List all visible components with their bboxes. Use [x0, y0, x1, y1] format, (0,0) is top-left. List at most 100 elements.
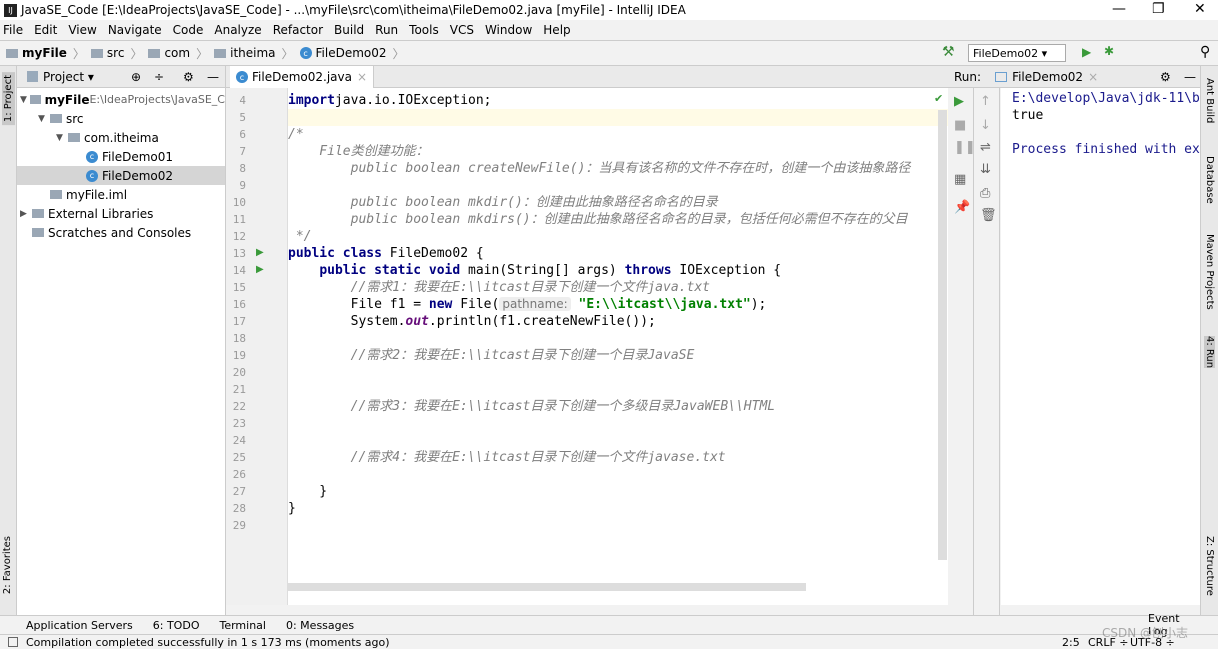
- tree-item[interactable]: ▶ External Libraries: [17, 204, 225, 223]
- search-icon[interactable]: ⚲: [1200, 44, 1210, 60]
- code-token: File类创建功能：: [288, 144, 429, 159]
- tree-label: FileDemo01: [102, 149, 174, 164]
- tab-filedemo02[interactable]: c FileDemo02.java ×: [230, 66, 375, 88]
- run-gutter-icon[interactable]: ▶: [256, 264, 264, 275]
- run-tab[interactable]: FileDemo02: [1012, 70, 1083, 84]
- pause-icon[interactable]: ❚❚: [954, 140, 976, 155]
- tab-ant-build[interactable]: Ant Build: [1204, 78, 1215, 123]
- tree-item[interactable]: ▼ com.itheima: [17, 128, 225, 147]
- tab-favorites[interactable]: 2: Favorites: [2, 536, 13, 594]
- pin-icon[interactable]: 📌: [954, 200, 970, 215]
- line-number: 19: [232, 349, 246, 362]
- code-line: importjava.io.IOException;: [288, 92, 492, 109]
- tab-application-servers[interactable]: Application Servers: [26, 619, 133, 632]
- tree-label: com.itheima: [84, 130, 159, 145]
- code-token: File f1 =: [288, 297, 429, 312]
- status-toggle-icon[interactable]: [8, 637, 18, 647]
- editor-vertical-scrollbar[interactable]: [938, 110, 947, 560]
- menu-edit[interactable]: Edit: [34, 23, 57, 37]
- tree-label: myFile: [44, 92, 90, 107]
- expand-arrow-icon[interactable]: ▼: [38, 114, 50, 124]
- tree-item[interactable]: Scratches and Consoles: [17, 223, 225, 242]
- caret-position[interactable]: 2:5: [1062, 636, 1080, 649]
- close-button[interactable]: ✕: [1194, 1, 1206, 17]
- minimize-button[interactable]: —: [1112, 1, 1126, 17]
- menu-file[interactable]: File: [3, 23, 23, 37]
- breadcrumb-item[interactable]: src: [90, 46, 124, 60]
- code-editor[interactable]: importjava.io.IOException;/* File类创建功能： …: [288, 88, 948, 605]
- editor-horizontal-scrollbar[interactable]: [288, 583, 806, 591]
- rerun-icon[interactable]: ▶: [954, 94, 964, 109]
- gear-icon[interactable]: ⚙: [183, 70, 194, 84]
- collapse-icon[interactable]: ÷: [154, 70, 164, 84]
- line-number: 16: [232, 298, 246, 311]
- tab-todo[interactable]: 6: TODO: [153, 619, 200, 632]
- scroll-to-end-icon[interactable]: ⇊: [980, 162, 991, 177]
- menu-analyze[interactable]: Analyze: [214, 23, 261, 37]
- locate-icon[interactable]: ⊕: [131, 70, 141, 84]
- tab-run[interactable]: 4: Run: [1204, 336, 1215, 369]
- menu-tools[interactable]: Tools: [409, 23, 439, 37]
- menu-view[interactable]: View: [68, 23, 96, 37]
- code-token: import: [288, 93, 335, 108]
- tab-database[interactable]: Database: [1204, 156, 1215, 204]
- line-number: 9: [239, 179, 246, 192]
- close-run-tab-icon[interactable]: ×: [1088, 70, 1098, 84]
- tree-label: src: [66, 111, 84, 126]
- expand-arrow-icon[interactable]: ▼: [20, 95, 30, 105]
- project-view-select[interactable]: Project ▾: [43, 70, 94, 84]
- menu-build[interactable]: Build: [334, 23, 364, 37]
- tree-label: FileDemo02: [102, 168, 174, 183]
- tab-maven[interactable]: Maven Projects: [1204, 234, 1215, 310]
- menu-help[interactable]: Help: [543, 23, 570, 37]
- trash-icon[interactable]: 🗑: [980, 208, 997, 223]
- menu-vcs[interactable]: VCS: [450, 23, 474, 37]
- debug-icon[interactable]: ✱: [1104, 44, 1114, 58]
- soft-wrap-icon[interactable]: ⇌: [980, 140, 991, 155]
- tree-label: myFile.iml: [66, 187, 128, 202]
- breadcrumb-separator: 〉: [130, 46, 143, 61]
- class-icon: c: [236, 71, 248, 83]
- expand-arrow-icon[interactable]: ▶: [20, 209, 32, 219]
- code-token: public class: [288, 246, 390, 261]
- run-hide-icon[interactable]: —: [1184, 70, 1196, 84]
- tab-project[interactable]: 1: Project: [2, 72, 15, 126]
- line-number: 6: [239, 128, 246, 141]
- down-arrow-icon[interactable]: ↓: [980, 118, 991, 133]
- close-tab-icon[interactable]: ×: [357, 70, 367, 84]
- print-icon[interactable]: ⎙: [980, 186, 990, 201]
- run-gutter-icon[interactable]: ▶: [256, 247, 264, 258]
- menu-run[interactable]: Run: [375, 23, 398, 37]
- restore-button[interactable]: ❐: [1152, 1, 1165, 17]
- line-number: 11: [232, 213, 246, 226]
- stop-icon[interactable]: ■: [954, 118, 966, 133]
- run-config-select[interactable]: FileDemo02 ▾: [968, 44, 1066, 62]
- tab-structure[interactable]: Z: Structure: [1204, 536, 1215, 596]
- breadcrumb-item[interactable]: itheima: [214, 46, 276, 60]
- parameter-hint: pathname:: [499, 297, 571, 311]
- tree-item[interactable]: c FileDemo01: [17, 147, 225, 166]
- breadcrumb-item[interactable]: com: [148, 46, 190, 60]
- tree-item[interactable]: c FileDemo02: [17, 166, 225, 185]
- run-label: Run:: [954, 69, 982, 84]
- console-output[interactable]: E:\develop\Java\jdk-11\b true Process fini…: [1001, 88, 1200, 605]
- menu-navigate[interactable]: Navigate: [108, 23, 162, 37]
- breadcrumb-item[interactable]: myFile: [6, 46, 67, 60]
- menu-window[interactable]: Window: [485, 23, 532, 37]
- up-arrow-icon[interactable]: ↑: [980, 94, 991, 109]
- tree-item[interactable]: ▼ src: [17, 109, 225, 128]
- menu-refactor[interactable]: Refactor: [273, 23, 323, 37]
- run-gear-icon[interactable]: ⚙: [1160, 70, 1171, 84]
- expand-arrow-icon[interactable]: ▼: [56, 133, 68, 143]
- tree-item[interactable]: myFile.iml: [17, 185, 225, 204]
- tab-messages[interactable]: 0: Messages: [286, 619, 354, 632]
- menu-code[interactable]: Code: [173, 23, 204, 37]
- hide-icon[interactable]: —: [207, 70, 219, 84]
- run-icon[interactable]: ▶: [1082, 45, 1091, 59]
- tab-terminal[interactable]: Terminal: [219, 619, 266, 632]
- breadcrumb-item[interactable]: c FileDemo02: [299, 46, 387, 60]
- tree-item[interactable]: ▼ myFile E:\IdeaProjects\JavaSE_C: [17, 90, 225, 109]
- build-hammer-icon[interactable]: ⚒: [942, 44, 955, 60]
- line-number: 17: [232, 315, 246, 328]
- layout-icon[interactable]: ▦: [954, 172, 966, 187]
